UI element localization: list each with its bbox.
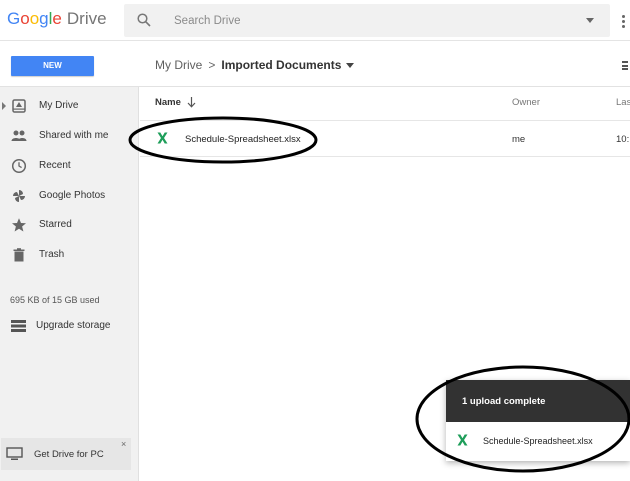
star-icon: [12, 218, 26, 232]
expand-arrow-icon[interactable]: [2, 102, 6, 110]
search-input[interactable]: [174, 11, 554, 31]
sidebar-item-shared-with-me[interactable]: Shared with me: [0, 123, 139, 149]
sidebar-item-trash[interactable]: Trash: [0, 242, 139, 268]
close-icon[interactable]: ×: [121, 439, 126, 449]
logo-product-name: Drive: [66, 9, 107, 28]
sidebar-item-label: Recent: [39, 160, 71, 171]
storage-icon: [11, 320, 26, 332]
logo-letter: o: [29, 9, 40, 28]
folder-menu-caret-icon[interactable]: [346, 63, 355, 69]
drive-icon: [12, 99, 26, 113]
logo-letter: g: [39, 9, 49, 28]
sidebar: My Drive Shared with me Recent Google Ph…: [0, 87, 139, 481]
sort-down-arrow-icon[interactable]: [187, 96, 196, 108]
clock-icon: [11, 158, 27, 174]
upload-status-title: 1 upload complete: [462, 396, 546, 407]
sidebar-item-recent[interactable]: Recent: [0, 153, 139, 179]
upload-list-item[interactable]: Schedule-Spreadsheet.xlsx: [446, 422, 630, 461]
list-view-icon[interactable]: [622, 61, 630, 71]
sidebar-item-google-photos[interactable]: Google Photos: [0, 183, 139, 209]
file-list-header: Name Owner Last modified: [140, 87, 630, 121]
column-header-owner[interactable]: Owner: [512, 97, 540, 108]
upload-panel-header[interactable]: 1 upload complete: [446, 380, 630, 422]
sidebar-item-label: Shared with me: [39, 130, 109, 141]
search-icon[interactable]: [137, 13, 151, 27]
sidebar-item-label: Trash: [39, 249, 65, 260]
breadcrumb-my-drive[interactable]: My Drive: [155, 58, 202, 72]
upgrade-storage-label: Upgrade storage: [36, 320, 111, 331]
table-row[interactable]: Schedule-Spreadsheet.xlsx me 10:: [140, 122, 630, 157]
sidebar-item-label: My Drive: [39, 100, 79, 111]
pinwheel-icon: [13, 190, 25, 202]
search-box[interactable]: [124, 4, 610, 37]
sidebar-item-starred[interactable]: Starred: [0, 212, 139, 238]
excel-file-icon: [157, 132, 168, 144]
upgrade-storage-link[interactable]: Upgrade storage: [0, 315, 139, 337]
storage-usage-text: 695 KB of 15 GB used: [10, 295, 100, 305]
new-button[interactable]: NEW: [11, 56, 94, 76]
get-drive-promo[interactable]: Get Drive for PC ×: [1, 438, 131, 470]
computer-icon: [6, 447, 23, 460]
people-icon: [11, 130, 27, 141]
breadcrumb-separator: >: [208, 58, 216, 72]
upload-status-panel: 1 upload complete Schedule-Spreadsheet.x…: [446, 380, 630, 461]
logo-letter: o: [20, 9, 30, 28]
top-header: Google Drive: [0, 0, 630, 41]
file-name[interactable]: Schedule-Spreadsheet.xlsx: [185, 134, 301, 145]
excel-file-icon: [457, 434, 468, 446]
file-last-modified: 10:: [616, 134, 630, 145]
column-header-name[interactable]: Name: [155, 97, 181, 108]
breadcrumb: My Drive > Imported Documents: [155, 58, 355, 72]
column-header-last-modified[interactable]: Last modified: [616, 97, 630, 108]
logo-letter: G: [7, 9, 21, 28]
more-options-icon[interactable]: [622, 15, 625, 28]
google-drive-logo[interactable]: Google Drive: [7, 9, 107, 29]
breadcrumb-current-folder[interactable]: Imported Documents: [221, 58, 341, 72]
toolbar: NEW My Drive > Imported Documents: [0, 41, 630, 87]
uploaded-file-name[interactable]: Schedule-Spreadsheet.xlsx: [483, 436, 593, 446]
sidebar-item-label: Google Photos: [39, 190, 106, 201]
trash-icon: [13, 248, 25, 262]
search-options-dropdown-icon[interactable]: [586, 18, 594, 23]
logo-letter: e: [52, 9, 62, 28]
sidebar-item-my-drive[interactable]: My Drive: [0, 93, 139, 119]
get-drive-label: Get Drive for PC: [34, 449, 104, 460]
sidebar-item-label: Starred: [39, 219, 72, 230]
file-owner: me: [512, 134, 526, 145]
